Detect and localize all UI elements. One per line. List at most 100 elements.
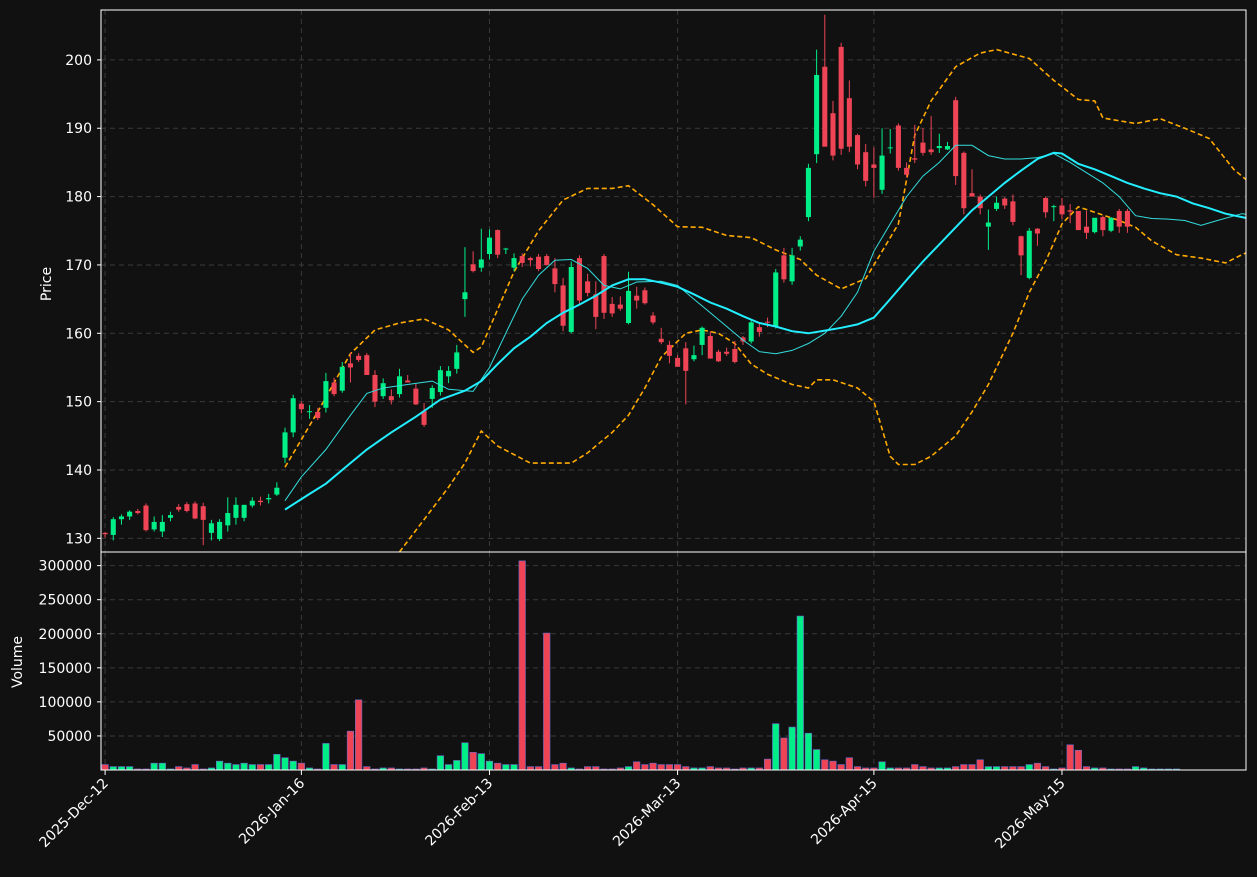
- volume-bar: [511, 765, 518, 770]
- volume-bar: [772, 724, 779, 770]
- candle-body: [683, 348, 688, 371]
- candle-body: [700, 328, 705, 345]
- candle-body: [381, 383, 386, 396]
- candle-body: [1002, 199, 1007, 206]
- candle-body: [1043, 198, 1048, 212]
- candle-body: [773, 272, 778, 326]
- candle-body: [103, 533, 108, 534]
- candle-body: [552, 268, 557, 284]
- candle-body: [659, 339, 664, 342]
- volume-bar: [323, 743, 330, 770]
- volume-bar: [355, 700, 362, 770]
- volume-bar: [920, 767, 927, 770]
- candle-body: [250, 501, 255, 506]
- candle-body: [135, 511, 140, 513]
- candle-body: [569, 267, 574, 332]
- chart-canvas: 130140150160170180190200 500001000001500…: [0, 0, 1257, 873]
- candle-body: [610, 304, 615, 314]
- candle-body: [1100, 217, 1105, 230]
- candle-body: [225, 513, 230, 525]
- volume-bar: [478, 754, 485, 770]
- volume-bar: [552, 765, 559, 770]
- candle-body: [675, 358, 680, 367]
- candle-body: [585, 281, 590, 293]
- candle-body: [953, 100, 958, 176]
- candle-body: [863, 152, 868, 181]
- candle-body: [389, 396, 394, 400]
- volume-bar: [642, 765, 649, 770]
- volume-bar: [1075, 750, 1082, 770]
- volume-bar: [462, 743, 469, 770]
- candle-body: [651, 316, 656, 323]
- candle-body: [168, 515, 173, 518]
- volume-tick-label: 50000: [47, 729, 92, 745]
- volume-bar: [879, 762, 886, 770]
- volume-bar: [911, 765, 918, 770]
- price-tick-label: 170: [65, 258, 92, 274]
- candle-body: [479, 259, 484, 267]
- volume-bar: [805, 733, 812, 770]
- volume-bar: [527, 767, 534, 770]
- candle-body: [912, 158, 917, 159]
- candle-body: [839, 47, 844, 149]
- candle-body: [781, 255, 786, 279]
- candle-body: [291, 398, 296, 432]
- candle-body: [986, 223, 991, 227]
- candle-body: [896, 126, 901, 168]
- candle-body: [242, 505, 247, 518]
- volume-bar: [1083, 767, 1090, 770]
- candle-body: [945, 146, 950, 149]
- candle-body: [1109, 218, 1114, 231]
- candle-body: [340, 367, 345, 391]
- candle-body: [143, 506, 148, 531]
- candle-body: [708, 336, 713, 359]
- volume-bar: [102, 765, 109, 770]
- volume-bar: [682, 767, 689, 770]
- candle-body: [880, 156, 885, 190]
- candle-body: [176, 507, 181, 510]
- candle-body: [1051, 206, 1056, 207]
- volume-bar: [331, 765, 338, 770]
- candle-body: [438, 370, 443, 392]
- candle-body: [806, 168, 811, 217]
- volume-bar: [993, 767, 1000, 770]
- volume-bar: [1018, 767, 1025, 770]
- candle-body: [193, 503, 198, 518]
- volume-bar: [781, 738, 788, 770]
- candle-body: [274, 488, 279, 495]
- volume-bar: [175, 767, 182, 770]
- volume-bar: [633, 762, 640, 770]
- candle-body: [405, 380, 410, 382]
- candle-body: [634, 296, 639, 301]
- candle-body: [847, 98, 852, 147]
- price-tick-label: 190: [65, 121, 92, 137]
- candle-body: [830, 113, 835, 155]
- candle-body: [920, 143, 925, 153]
- candle-body: [127, 512, 132, 517]
- volume-bar: [486, 761, 493, 770]
- volume-bar: [494, 763, 501, 770]
- candle-body: [323, 381, 328, 408]
- candle-body: [1076, 211, 1081, 230]
- volume-bar: [658, 765, 665, 770]
- candle-body: [372, 375, 377, 402]
- volume-bar: [233, 765, 240, 770]
- candle-body: [520, 256, 525, 263]
- candle-body: [790, 255, 795, 281]
- volume-bar: [961, 765, 968, 770]
- candle-body: [1084, 227, 1089, 233]
- price-tick-label: 180: [65, 190, 92, 206]
- volume-bar: [650, 763, 657, 770]
- volume-bar: [593, 767, 600, 770]
- volume-bar: [838, 765, 845, 770]
- volume-bar: [666, 765, 673, 770]
- candle-body: [307, 411, 312, 412]
- volume-bar: [830, 761, 837, 770]
- candle-body: [119, 516, 124, 519]
- candle-body: [1068, 210, 1073, 211]
- candle-body: [969, 193, 974, 196]
- volume-tick-label: 100000: [39, 695, 92, 711]
- volume-bar: [347, 731, 354, 770]
- candle-body: [798, 240, 803, 247]
- volume-bar: [1010, 767, 1017, 770]
